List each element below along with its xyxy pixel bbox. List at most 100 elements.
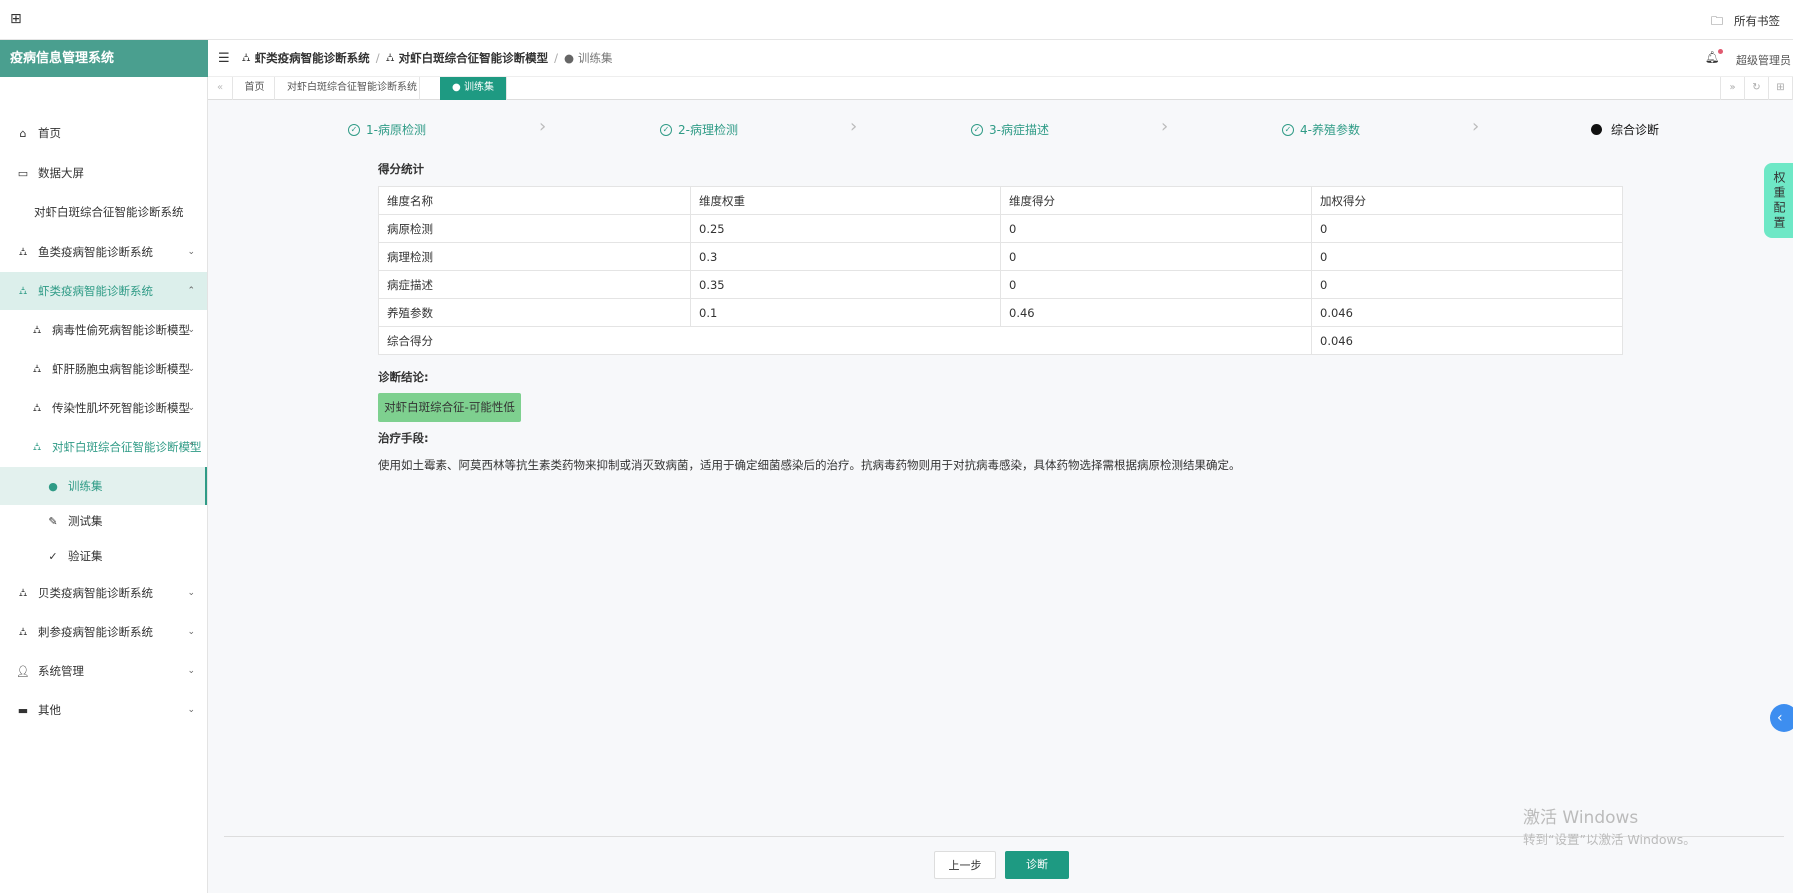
table-total-row: 综合得分 0.046 — [378, 326, 1623, 355]
table-cell: 病症描述 — [378, 270, 691, 299]
table-cell: 0.35 — [690, 270, 1001, 299]
briefcase-icon: ▬ — [17, 703, 29, 717]
breadcrumb-current: 训练集 — [578, 51, 613, 65]
monitor-icon: ▭ — [17, 166, 29, 180]
breadcrumb-item[interactable]: 对虾白斑综合征智能诊断模型 — [399, 50, 549, 66]
prev-step-button[interactable]: 上一步 — [934, 851, 996, 879]
sidebar-item[interactable]: ⛼ 鱼类疫病智能诊断系统 ⌄ — [0, 233, 207, 271]
table-cell: 病原检测 — [378, 214, 691, 243]
sitemap-icon: ⛼ — [241, 50, 251, 64]
conclusion-label: 诊断结论: — [378, 370, 429, 384]
sidebar-item[interactable]: ⛼ 对虾白斑综合征智能诊断模型 ⌃ — [0, 428, 207, 466]
table-row: 病原检测 0.25 0 0 — [378, 214, 1623, 243]
table-cell: 0.046 — [1311, 298, 1623, 327]
sidebar-item[interactable]: ▭ 数据大屏 — [0, 154, 207, 192]
table-cell: 维度名称 — [378, 186, 691, 215]
breadcrumb-separator: / — [375, 51, 380, 65]
step-arrow-icon: › — [1161, 116, 1169, 137]
chevron-down-icon: ⌄ — [187, 627, 195, 637]
check-circle-icon: ✓ — [971, 123, 983, 136]
windows-watermark-text: 转到“设置”以激活 Windows。 — [1523, 832, 1696, 847]
sidebar-item-label: 验证集 — [68, 549, 103, 563]
tab-home[interactable]: 首页 — [235, 77, 275, 100]
chevron-down-icon: ⌄ — [187, 666, 195, 676]
diagnose-button[interactable]: 诊断 — [1005, 851, 1069, 879]
sidebar-item-label: 对虾白斑综合征智能诊断模型 — [52, 440, 202, 454]
sidebar: 疫病信息管理系统 ⌂ 首页 ▭ 数据大屏 对虾白斑综合征智能诊断系统 ⛼ 鱼类疫病智能诊断系… — [0, 40, 208, 893]
sidebar-item[interactable]: ⛼ 贝类疫病智能诊断系统 ⌄ — [0, 574, 207, 612]
table-cell: 0 — [1000, 270, 1312, 299]
app-title: 疫病信息管理系统 — [0, 40, 208, 77]
refresh-icon[interactable]: ↻ — [1745, 77, 1769, 100]
sidebar-item-label: 测试集 — [68, 514, 103, 528]
table-cell: 维度权重 — [690, 186, 1001, 215]
score-title: 得分统计 — [378, 162, 424, 176]
user-icon: 👤︎ — [16, 664, 30, 678]
sidebar-item[interactable]: ⌂ 首页 — [0, 114, 207, 152]
table-cell: 维度得分 — [1000, 186, 1312, 215]
table-row: 病症描述 0.35 0 0 — [378, 270, 1623, 299]
treatment-label: 治疗手段: — [378, 431, 429, 445]
breadcrumb-item[interactable]: 虾类疫病智能诊断系统 — [255, 50, 370, 66]
bell-icon[interactable]: 🔔︎ — [1705, 49, 1723, 64]
step-arrow-icon: › — [539, 116, 547, 137]
step-arrow-icon: › — [850, 116, 858, 137]
tab-shrimp-system[interactable]: 对虾白斑综合征智能诊断系统 — [285, 77, 420, 100]
table-cell: 0 — [1311, 214, 1623, 243]
sidebar-item-label: 训练集 — [68, 479, 103, 493]
step-label: 1-病原检测 — [366, 123, 426, 137]
menu-toggle-icon[interactable]: ☰ — [218, 51, 230, 66]
sidebar-item-label: 传染性肌坏死智能诊断模型 — [52, 401, 190, 415]
tab-training-set[interactable]: ● 训练集 — [440, 77, 507, 100]
sidebar-item-label: 鱼类疫病智能诊断系统 — [38, 245, 153, 259]
sitemap-icon: ⛼ — [32, 439, 42, 453]
sidebar-item[interactable]: ⛼ 虾肝肠胞虫病智能诊断模型 ⌄ — [0, 350, 207, 388]
sidebar-item[interactable]: 对虾白斑综合征智能诊断系统 — [0, 193, 207, 231]
chevron-up-icon: ⌃ — [187, 442, 195, 452]
sidebar-item[interactable]: 👤︎ 系统管理 ⌄ — [0, 652, 207, 690]
check-circle-icon: ✓ — [1282, 123, 1294, 136]
sidebar-item[interactable]: ✎ 测试集 — [0, 502, 207, 540]
collapse-left-icon[interactable]: ‹ — [1770, 704, 1793, 732]
step-1: ✓ 1-病原检测 — [348, 121, 426, 138]
home-icon: ⌂ — [19, 126, 27, 140]
table-cell: 养殖参数 — [378, 298, 691, 327]
sidebar-item[interactable]: ✓ 验证集 — [0, 537, 207, 575]
sitemap-icon: ⛼ — [385, 50, 395, 64]
tab-label: 训练集 — [463, 82, 494, 93]
all-bookmarks[interactable]: 所有书签 — [1734, 13, 1780, 29]
sidebar-item[interactable]: ▬ 其他 ⌄ — [0, 691, 207, 729]
android-icon: ● — [563, 51, 575, 65]
tab-menu-icon[interactable]: ⊞ — [1769, 77, 1793, 100]
apps-grid-icon[interactable]: ⊞ — [10, 11, 22, 27]
sidebar-item[interactable]: ● 训练集 — [0, 467, 207, 505]
sidebar-item[interactable]: ⛼ 病毒性偷死病智能诊断模型 ⌄ — [0, 311, 207, 349]
step-label: 综合诊断 — [1611, 123, 1660, 137]
sitemap-icon: ⛼ — [18, 244, 28, 258]
table-cell: 加权得分 — [1311, 186, 1623, 215]
chevron-down-icon: ⌄ — [187, 588, 195, 598]
sitemap-icon: ⛼ — [18, 624, 28, 638]
table-row: 养殖参数 0.1 0.46 0.046 — [378, 298, 1623, 327]
step-2: ✓ 2-病理检测 — [660, 121, 738, 138]
table-cell: 0 — [1000, 214, 1312, 243]
sidebar-item-label: 虾类疫病智能诊断系统 — [38, 284, 153, 298]
tabs-scroll-left-icon[interactable]: « — [208, 77, 233, 100]
sidebar-item[interactable]: ⛼ 虾类疫病智能诊断系统 ⌃ — [0, 272, 207, 310]
sitemap-icon: ⛼ — [18, 283, 28, 297]
tabs-scroll-right-icon[interactable]: » — [1720, 77, 1745, 100]
chevron-down-icon: ⌄ — [187, 403, 195, 413]
weight-config-tab[interactable]: 权重配置 — [1764, 163, 1793, 238]
check-circle-icon: ✓ — [348, 123, 360, 136]
sidebar-item[interactable]: ⛼ 传染性肌坏死智能诊断模型 ⌄ — [0, 389, 207, 427]
table-cell: 0.46 — [1000, 298, 1312, 327]
treatment-text: 使用如土霉素、阿莫西林等抗生素类药物来抑制或消灭致病菌，适用于确定细菌感染后的治… — [378, 458, 1241, 472]
user-name[interactable]: 超级管理员 — [1736, 52, 1791, 68]
android-icon: ● — [48, 479, 58, 493]
step-3: ✓ 3-病症描述 — [971, 121, 1049, 138]
chevron-down-icon: ⌄ — [187, 364, 195, 374]
diagnosis-result-badge: 对虾白斑综合征-可能性低 — [378, 393, 521, 422]
table-cell: 0 — [1000, 242, 1312, 271]
sidebar-item[interactable]: ⛼ 刺参疫病智能诊断系统 ⌄ — [0, 613, 207, 651]
sitemap-icon: ⛼ — [32, 400, 42, 414]
